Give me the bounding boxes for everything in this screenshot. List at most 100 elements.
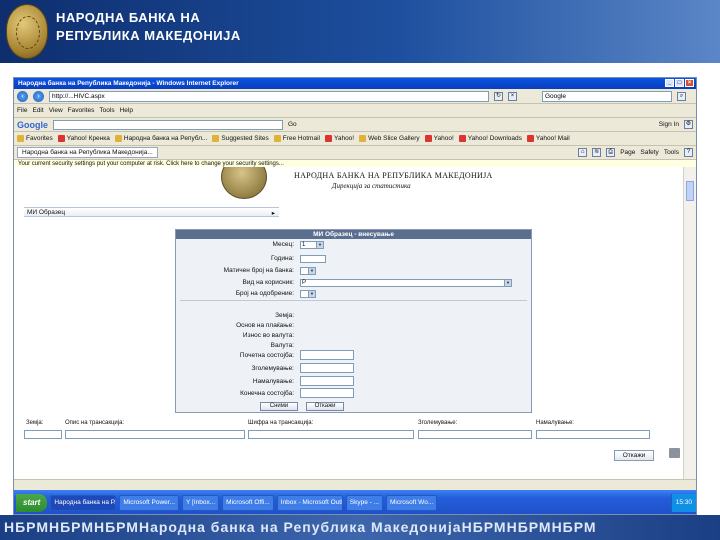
star-icon bbox=[17, 135, 24, 142]
taskbar-item[interactable]: Y [Inbox... bbox=[182, 495, 220, 511]
google-toolbar: Google Go Sign In ⚙ bbox=[14, 118, 696, 132]
fav-link[interactable]: Yahoo! bbox=[324, 135, 354, 142]
menu-edit[interactable]: Edit bbox=[32, 107, 43, 114]
fav-link[interactable]: Yahoo! Mail bbox=[526, 135, 570, 142]
chevron-right-icon: ▸ bbox=[271, 210, 275, 217]
search-icon[interactable]: ⌕ bbox=[677, 91, 686, 101]
taskbar: start Народна банка на Р... Microsoft Po… bbox=[14, 490, 696, 514]
help-icon[interactable]: ? bbox=[684, 148, 693, 157]
taskbar-item[interactable]: Microsoft Offi... bbox=[222, 495, 274, 511]
save-button[interactable]: Сними bbox=[260, 402, 298, 411]
address-input[interactable] bbox=[49, 90, 489, 102]
cmd-page[interactable]: Page bbox=[620, 149, 635, 156]
fav-link[interactable]: Free Hotmail bbox=[273, 135, 320, 142]
initial-balance-input[interactable] bbox=[300, 350, 354, 360]
print-icon[interactable]: ⎙ bbox=[606, 148, 616, 157]
bottom-description-input[interactable] bbox=[65, 430, 245, 439]
forward-icon[interactable]: › bbox=[33, 90, 44, 102]
taskbar-item[interactable]: Microsoft Power... bbox=[119, 495, 179, 511]
search-input[interactable] bbox=[542, 90, 672, 102]
refresh-icon[interactable]: ↻ bbox=[494, 91, 503, 101]
google-go-button[interactable]: Go bbox=[288, 121, 297, 128]
menu-tools[interactable]: Tools bbox=[99, 107, 114, 114]
form-panel: МИ Образец - внесување Месец: 1 ▼ Година:… bbox=[175, 229, 532, 413]
decrease-label: Намалување: bbox=[252, 378, 294, 385]
yahoo-icon bbox=[526, 135, 534, 142]
stop-icon[interactable]: × bbox=[508, 91, 517, 101]
cmd-tools[interactable]: Tools bbox=[664, 149, 679, 156]
window-titlebar: Народна банка на Република Македонија - … bbox=[14, 78, 696, 89]
year-input[interactable] bbox=[300, 255, 326, 263]
basis-label: Основ на плаќање: bbox=[236, 322, 294, 329]
taskbar-item[interactable]: Inbox - Microsoft Outl... bbox=[276, 495, 343, 511]
final-balance-input[interactable] bbox=[300, 388, 354, 398]
bottom-country-select[interactable] bbox=[24, 430, 62, 439]
menu-help[interactable]: Help bbox=[120, 107, 133, 114]
google-search-input[interactable] bbox=[53, 119, 283, 130]
amount-label: Износ во валута: bbox=[242, 332, 294, 339]
printer-icon[interactable] bbox=[669, 448, 680, 458]
bottom-decrease-label: Намалување: bbox=[536, 420, 574, 426]
fav-link[interactable]: Yahoo! Downloads bbox=[458, 135, 522, 142]
bottom-code-select[interactable] bbox=[248, 430, 414, 439]
window-controls: _ □ × bbox=[665, 79, 694, 87]
slide-footer: НБРМНБРМНБРМНародна банка на Република М… bbox=[0, 515, 720, 540]
approval-label: Број на одобрение: bbox=[235, 290, 294, 297]
page-menu[interactable]: МИ Образец ▸ bbox=[24, 207, 279, 217]
address-bar: ‹ › ↻ × ⌕ bbox=[14, 89, 696, 104]
user-type-label: Вид на корисник: bbox=[242, 279, 294, 286]
page-icon bbox=[212, 135, 220, 142]
user-type-select[interactable]: Р ▼ bbox=[300, 279, 512, 287]
fav-link[interactable]: Yahoo! bbox=[424, 135, 454, 142]
form-divider bbox=[180, 300, 527, 301]
page-title: НАРОДНА БАНКА НА РЕПУБЛИКА МАКЕДОНИЈА bbox=[294, 171, 493, 180]
close-icon[interactable]: × bbox=[685, 79, 694, 87]
start-button[interactable]: start bbox=[16, 494, 48, 512]
yahoo-icon bbox=[424, 135, 432, 142]
page-cancel-button[interactable]: Откажи bbox=[614, 450, 654, 461]
vertical-scrollbar[interactable] bbox=[683, 167, 696, 479]
page-icon bbox=[273, 135, 281, 142]
fav-link[interactable]: Yahoo! Кренка bbox=[57, 135, 110, 142]
taskbar-item[interactable]: Microsoft Wo... bbox=[386, 495, 438, 511]
increase-input[interactable] bbox=[300, 363, 354, 373]
fav-link[interactable]: Народна банка на Републ... bbox=[114, 135, 207, 142]
bank-name-line1: НАРОДНА БАНКА НА bbox=[56, 10, 201, 25]
tab-active[interactable]: Народна банка на Република Македонија... bbox=[17, 147, 158, 158]
menu-favorites[interactable]: Favorites bbox=[68, 107, 95, 114]
menu-file[interactable]: File bbox=[17, 107, 27, 114]
yahoo-icon bbox=[458, 135, 466, 142]
decrease-input[interactable] bbox=[300, 376, 354, 386]
favorites-button[interactable]: Favorites bbox=[17, 135, 53, 142]
year-label: Година: bbox=[271, 255, 294, 262]
bank-seal-logo bbox=[6, 4, 48, 59]
menu-view[interactable]: View bbox=[49, 107, 63, 114]
scrollbar-thumb[interactable] bbox=[686, 181, 694, 201]
minimize-icon[interactable]: _ bbox=[665, 79, 674, 87]
page-subtitle: Дирекција за статистика bbox=[332, 182, 411, 190]
bottom-decrease-input[interactable] bbox=[536, 430, 650, 439]
taskbar-item[interactable]: Skype - ... bbox=[345, 495, 384, 511]
slide-header: НАРОДНА БАНКА НА РЕПУБЛИКА МАКЕДОНИЈА bbox=[0, 0, 720, 63]
back-icon[interactable]: ‹ bbox=[17, 90, 28, 102]
sign-in-link[interactable]: Sign In bbox=[659, 121, 679, 128]
chevron-down-icon: ▼ bbox=[308, 268, 315, 274]
cancel-button[interactable]: Откажи bbox=[306, 402, 344, 411]
cmd-safety[interactable]: Safety bbox=[640, 149, 658, 156]
fav-link[interactable]: Suggested Sites bbox=[212, 135, 269, 142]
increase-label: Зголемување: bbox=[251, 365, 294, 372]
month-select[interactable]: 1 ▼ bbox=[300, 241, 324, 249]
page-seal-logo bbox=[221, 167, 267, 199]
feed-icon[interactable]: ≋ bbox=[592, 148, 602, 157]
fav-link[interactable]: Web Slice Gallery bbox=[359, 135, 420, 142]
bottom-description-label: Опис на трансакција: bbox=[65, 420, 125, 426]
bottom-increase-input[interactable] bbox=[418, 430, 532, 439]
wrench-icon[interactable]: ⚙ bbox=[684, 120, 693, 129]
home-icon[interactable]: ⌂ bbox=[578, 148, 588, 157]
google-logo: Google bbox=[17, 119, 48, 130]
taskbar-item[interactable]: Народна банка на Р... bbox=[50, 495, 117, 511]
approval-select[interactable]: ▼ bbox=[300, 290, 316, 298]
maximize-icon[interactable]: □ bbox=[675, 79, 684, 87]
bank-id-select[interactable]: ▼ bbox=[300, 267, 316, 275]
status-bar bbox=[14, 479, 696, 490]
